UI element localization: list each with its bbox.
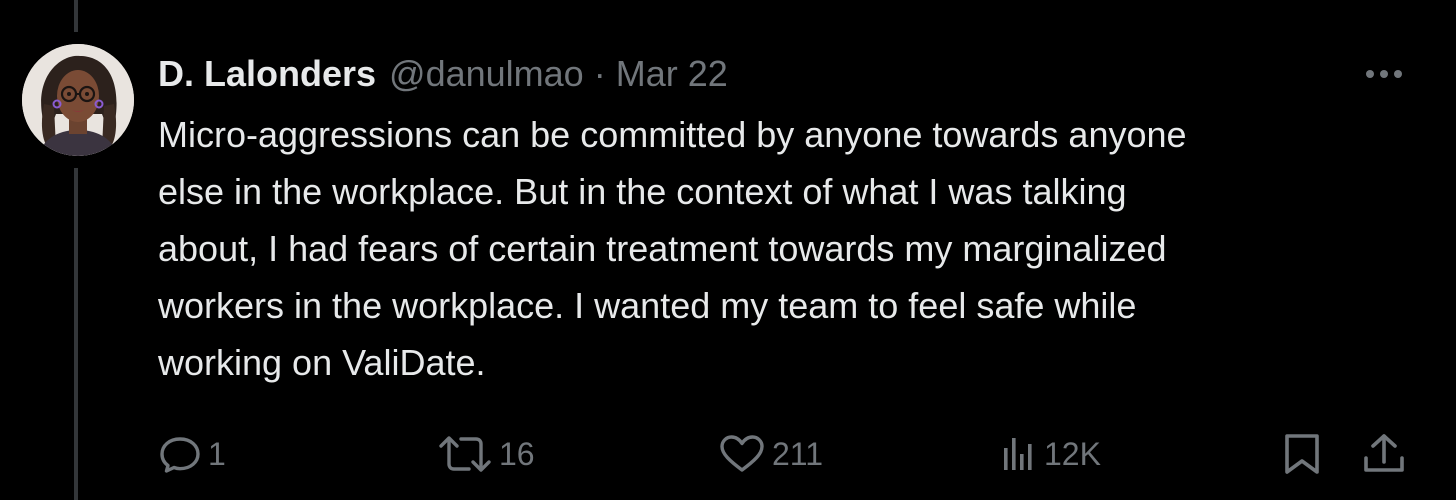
share-icon xyxy=(1364,434,1404,472)
more-options-button[interactable] xyxy=(1360,56,1408,92)
bookmark-button[interactable] xyxy=(1279,430,1327,478)
heart-icon xyxy=(720,435,764,472)
more-horizontal-icon xyxy=(1366,70,1402,78)
header-separator: · xyxy=(593,53,606,94)
user-handle[interactable]: @danulmao xyxy=(389,52,584,96)
display-name[interactable]: D. Lalonders xyxy=(158,52,376,96)
tweet-date[interactable]: Mar 22 xyxy=(616,52,728,96)
reply-icon xyxy=(160,437,200,473)
views-button[interactable]: 12K xyxy=(998,430,1101,478)
tweet-header: D. Lalonders @danulmao · Mar 22 xyxy=(158,52,728,96)
reply-button[interactable]: 1 xyxy=(158,430,226,478)
like-count: 211 xyxy=(772,435,824,472)
thread-line-top xyxy=(74,0,78,32)
avatar-illustration xyxy=(22,44,134,156)
views-count: 12K xyxy=(1044,435,1101,472)
bookmark-icon xyxy=(1285,434,1319,474)
retweet-button[interactable]: 16 xyxy=(437,430,535,478)
avatar[interactable] xyxy=(22,44,134,156)
retweet-count: 16 xyxy=(499,435,535,472)
tweet-text: Micro-aggressions can be committed by an… xyxy=(158,114,1187,383)
share-button[interactable] xyxy=(1360,430,1408,478)
views-icon xyxy=(1004,438,1032,470)
retweet-icon xyxy=(439,436,491,472)
reply-count: 1 xyxy=(208,435,226,472)
thread-line-bottom xyxy=(74,168,78,500)
like-button[interactable]: 211 xyxy=(718,430,823,478)
